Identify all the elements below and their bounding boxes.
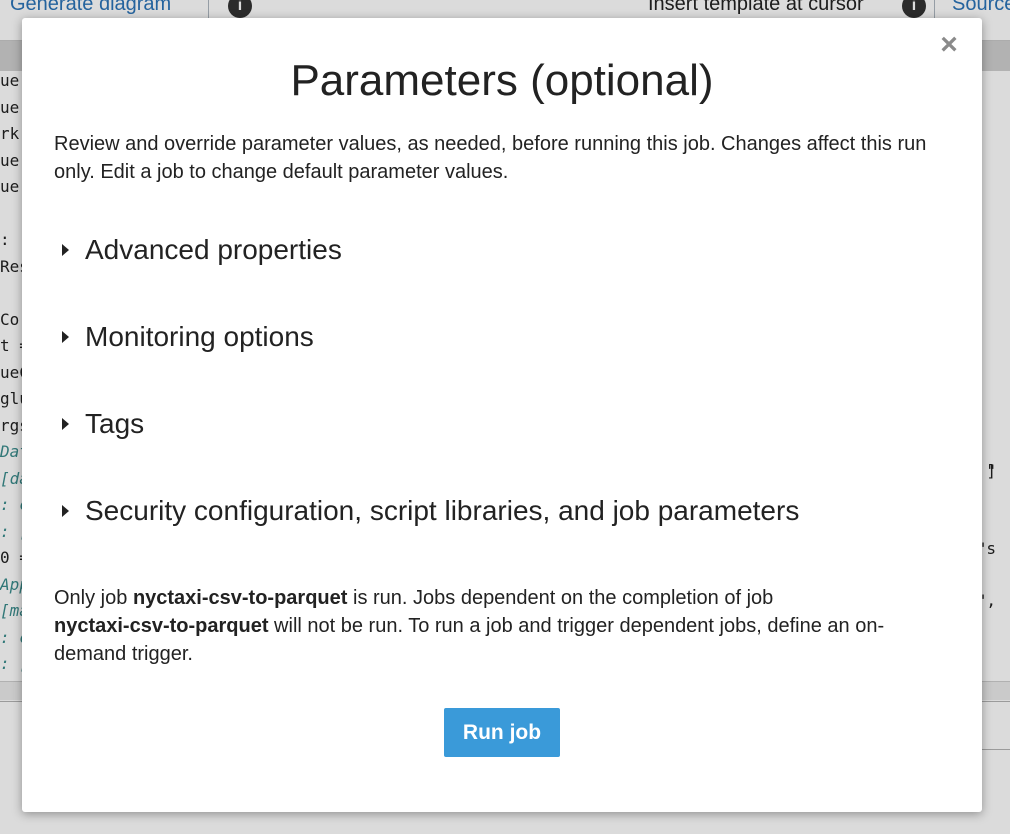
- close-icon[interactable]: ×: [938, 30, 960, 60]
- job-name: nyctaxi-csv-to-parquet: [54, 615, 269, 637]
- note-text: is run. Jobs dependent on the completion…: [347, 587, 774, 609]
- modal-title: Parameters (optional): [290, 56, 714, 105]
- section-label: Monitoring options: [85, 321, 314, 352]
- note-text: Only job: [54, 587, 133, 609]
- modal-description: Review and override parameter values, as…: [54, 133, 927, 183]
- run-note: Only job nyctaxi-csv-to-parquet is run. …: [54, 584, 954, 668]
- parameters-modal: × Parameters (optional) Review and overr…: [22, 18, 982, 812]
- section-label: Security configuration, script libraries…: [85, 495, 800, 526]
- caret-right-icon: [62, 418, 69, 430]
- caret-right-icon: [62, 505, 69, 517]
- section-security-configuration[interactable]: Security configuration, script libraries…: [62, 493, 799, 529]
- job-name: nyctaxi-csv-to-parquet: [132, 587, 348, 609]
- caret-right-icon: [62, 331, 69, 343]
- section-monitoring-options[interactable]: Monitoring options: [62, 319, 314, 355]
- section-label: Tags: [85, 408, 145, 439]
- section-advanced-properties[interactable]: Advanced properties: [62, 232, 342, 268]
- run-job-button[interactable]: Run job: [444, 708, 560, 757]
- section-label: Advanced properties: [85, 234, 342, 265]
- section-tags[interactable]: Tags: [62, 406, 144, 442]
- caret-right-icon: [62, 244, 69, 256]
